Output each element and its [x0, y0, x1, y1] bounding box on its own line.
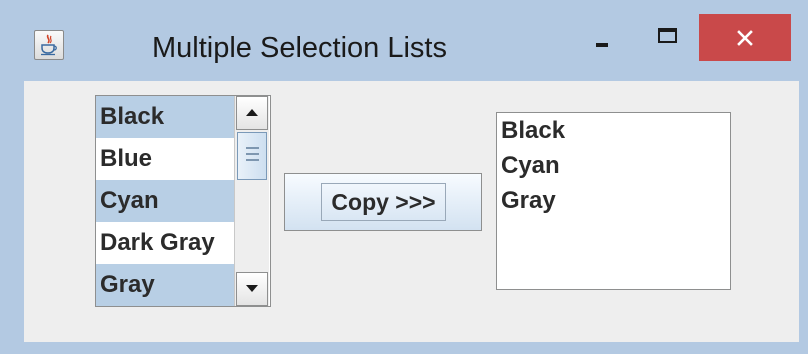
- close-button[interactable]: [699, 14, 791, 61]
- list-item[interactable]: Cyan: [96, 180, 234, 222]
- scroll-down-button[interactable]: [236, 272, 268, 306]
- minimize-button[interactable]: [583, 22, 623, 62]
- list-item[interactable]: Black: [96, 96, 234, 138]
- list-item[interactable]: Cyan: [497, 148, 730, 183]
- close-icon: [737, 30, 753, 46]
- minimize-icon: [596, 43, 608, 47]
- window-title: Multiple Selection Lists: [152, 32, 447, 64]
- maximize-icon: [658, 28, 677, 43]
- maximize-button[interactable]: [648, 22, 688, 62]
- copy-button[interactable]: Copy >>>: [284, 173, 482, 231]
- copy-button-label: Copy >>>: [321, 183, 446, 221]
- list-item[interactable]: Gray: [96, 264, 234, 306]
- app-window: Multiple Selection Lists Black Blue Cyan…: [0, 0, 808, 354]
- source-list-items: Black Blue Cyan Dark Gray Gray: [96, 96, 234, 306]
- list-item[interactable]: Gray: [497, 183, 730, 218]
- java-cup-icon[interactable]: [34, 30, 64, 60]
- list-item[interactable]: Blue: [96, 138, 234, 180]
- grip-line: [246, 147, 259, 149]
- scroll-up-button[interactable]: [236, 96, 268, 130]
- copied-colors-list[interactable]: Black Cyan Gray: [496, 112, 731, 290]
- title-bar[interactable]: Multiple Selection Lists: [0, 0, 808, 78]
- list-item[interactable]: Black: [497, 113, 730, 148]
- arrow-up-icon: [246, 109, 258, 116]
- vertical-scrollbar[interactable]: [234, 96, 269, 306]
- grip-line: [246, 159, 259, 161]
- grip-line: [246, 153, 259, 155]
- color-source-list[interactable]: Black Blue Cyan Dark Gray Gray: [95, 95, 271, 307]
- list-item[interactable]: Dark Gray: [96, 222, 234, 264]
- scroll-thumb[interactable]: [237, 132, 267, 180]
- arrow-down-icon: [246, 285, 258, 292]
